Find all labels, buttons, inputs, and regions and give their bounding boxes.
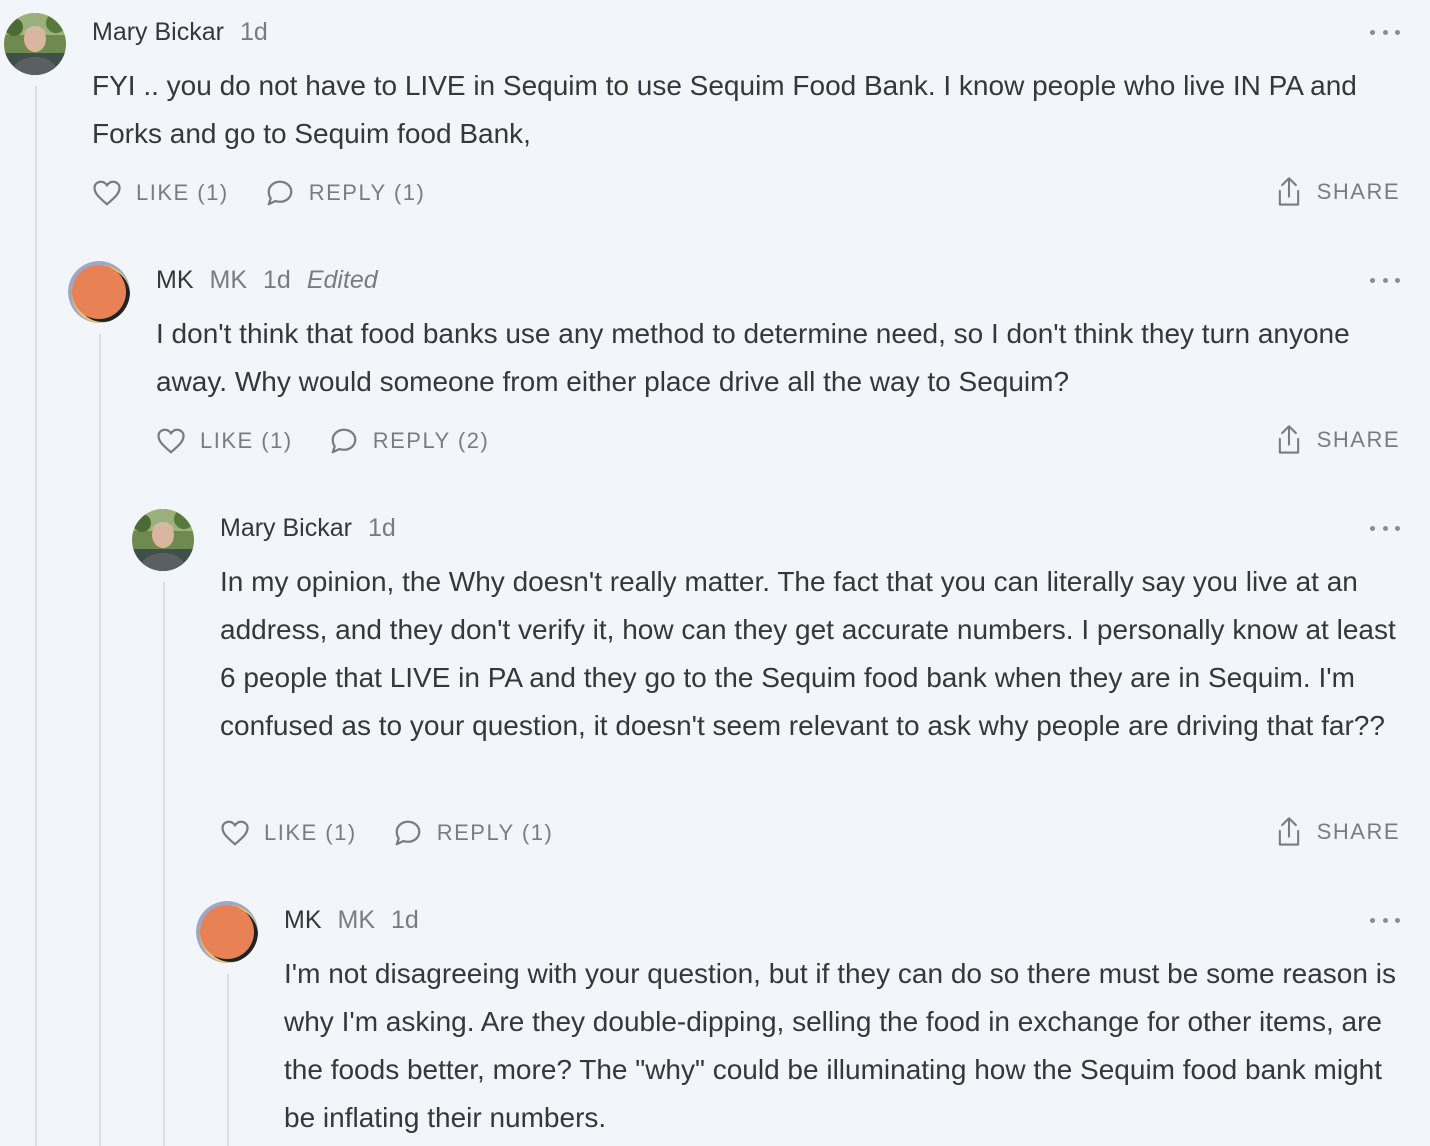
share-label: SHARE [1316,819,1400,844]
like-label: LIKE (1) [200,428,293,453]
more-options-icon[interactable] [1370,270,1400,290]
comment-actions: LIKE (1) REPLY (2) [156,421,1400,461]
avatar[interactable] [196,901,258,963]
author-name[interactable]: MK [156,266,194,295]
author-name[interactable]: Mary Bickar [220,514,352,543]
speech-bubble-icon [331,428,357,454]
share-icon [1278,817,1299,846]
thread-line [35,86,37,1146]
comment-body: I don't think that food banks use any me… [156,318,1350,397]
comment-meta: MK MK 1d Edited [156,266,378,295]
share-label: SHARE [1316,179,1400,204]
comment-meta: Mary Bickar 1d [92,18,284,47]
like-button[interactable]: LIKE (1) [156,427,293,455]
author-handle[interactable]: MK [210,266,248,295]
share-icon [1278,425,1299,454]
heart-icon [221,820,249,846]
more-options-icon[interactable] [1370,910,1400,930]
share-icon [1278,177,1299,206]
speech-bubble-icon [395,820,421,846]
like-label: LIKE (1) [136,180,229,205]
comment-actions: LIKE (1) REPLY (1) [92,173,1400,213]
reply-button[interactable]: REPLY (2) [329,426,490,456]
more-options-icon[interactable] [1370,518,1400,538]
reply-label: REPLY (1) [308,180,426,205]
edited-label: Edited [306,266,378,294]
comment-body: I'm not disagreeing with your question, … [284,958,1396,1133]
share-button[interactable]: SHARE [1275,816,1400,848]
comment-time[interactable]: 1d [263,266,291,295]
reply-button[interactable]: REPLY (1) [393,818,554,848]
more-options-icon[interactable] [1370,22,1400,42]
reply-label: REPLY (2) [372,428,490,453]
avatar[interactable] [132,509,194,571]
comment-meta: MK MK 1d [284,906,435,935]
comment-body: In my opinion, the Why doesn't really ma… [220,566,1396,741]
like-button[interactable]: LIKE (1) [92,179,229,207]
comment: MK MK 1d Edited I don't think that food … [68,248,1400,478]
comment-body: FYI .. you do not have to LIVE in Sequim… [92,70,1357,149]
speech-bubble-icon [267,180,293,206]
comment-time[interactable]: 1d [391,906,419,935]
author-handle[interactable]: MK [338,906,376,935]
like-label: LIKE (1) [264,820,357,845]
share-label: SHARE [1316,427,1400,452]
reply-label: REPLY (1) [436,820,554,845]
share-button[interactable]: SHARE [1275,424,1400,456]
comment-time[interactable]: 1d [240,18,268,47]
author-name[interactable]: Mary Bickar [92,18,224,47]
avatar[interactable] [68,261,130,323]
author-name[interactable]: MK [284,906,322,935]
reply-button[interactable]: REPLY (1) [265,178,426,208]
comment-meta: Mary Bickar 1d [220,514,412,543]
comment: MK MK 1d I'm not disagreeing with your q… [196,888,1400,1146]
comment-time[interactable]: 1d [368,514,396,543]
comment-actions: LIKE (1) REPLY (1) [220,813,1400,853]
like-button[interactable]: LIKE (1) [220,819,357,847]
heart-icon [157,428,185,454]
comment: Mary Bickar 1d In my opinion, the Why do… [132,496,1400,868]
avatar[interactable] [4,13,66,75]
share-button[interactable]: SHARE [1275,176,1400,208]
heart-icon [93,180,121,206]
comment: Mary Bickar 1d FYI .. you do not have to… [4,0,1400,230]
